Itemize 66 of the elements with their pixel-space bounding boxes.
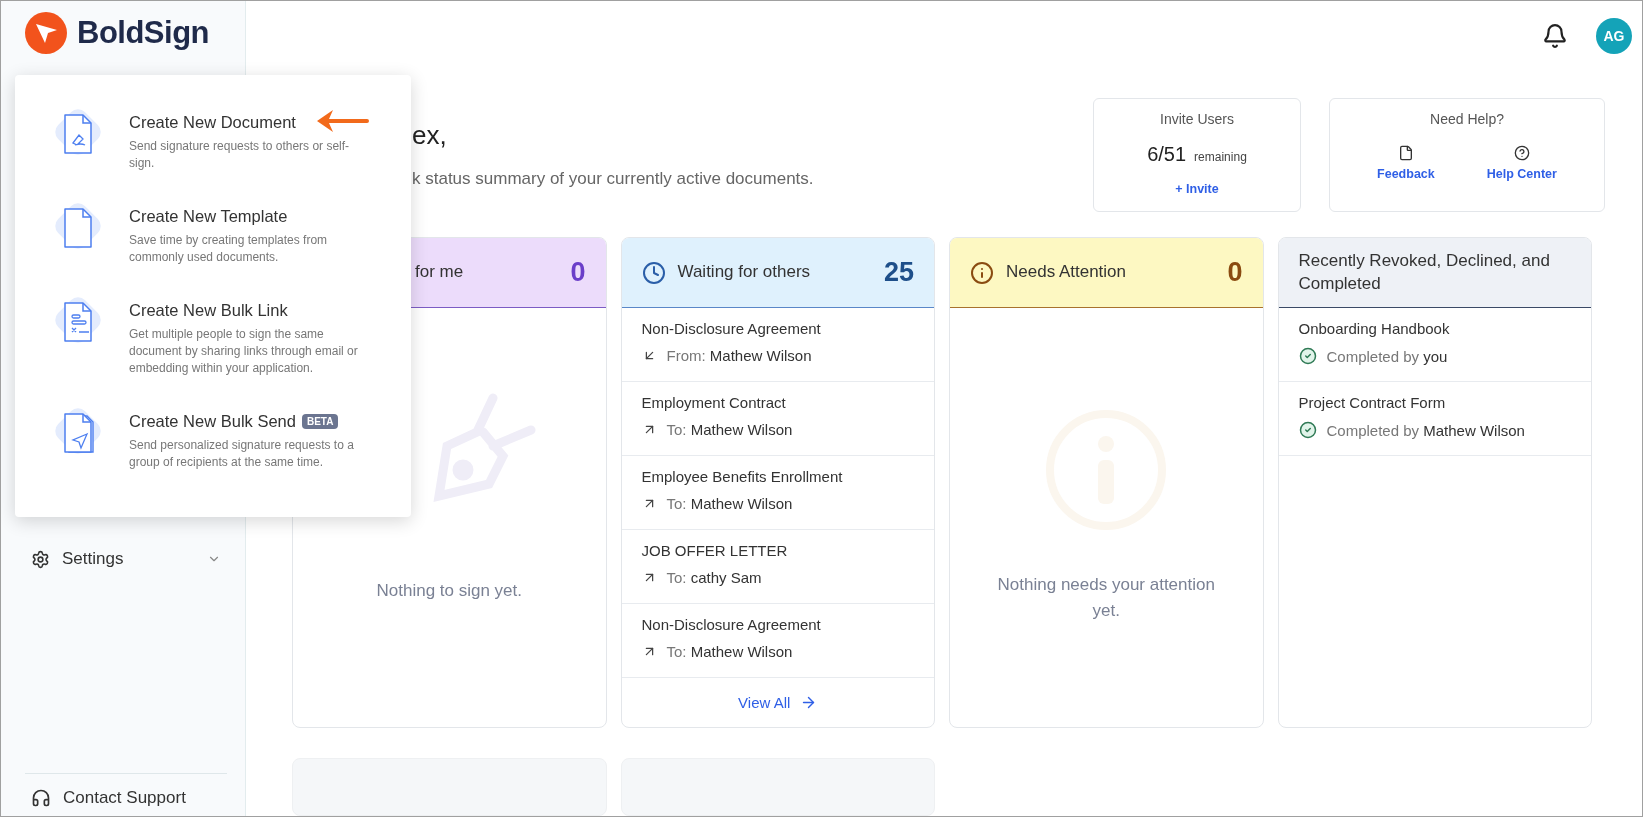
card-title: Waiting for others: [677, 261, 812, 284]
greeting-subtitle: k status summary of your currently active documents.: [412, 169, 815, 190]
document-party: Completed by you: [1326, 347, 1448, 365]
document-row[interactable]: Employment Contract To: Mathew Wilson: [621, 382, 934, 457]
card-title: Need Help?: [1430, 111, 1504, 128]
info-icon: [970, 260, 994, 285]
document-row[interactable]: Project Contract Form Completed by Mathew Wilson: [1278, 382, 1591, 457]
count-note: remaining: [1194, 150, 1247, 165]
check-circle-icon: [1298, 421, 1317, 440]
document-name: Employment Contract: [641, 394, 787, 412]
clock-icon: [641, 260, 666, 285]
card-count: 0: [1227, 257, 1243, 289]
greeting-title: ex,: [412, 120, 448, 152]
empty-message: Nothing to sign yet.: [375, 580, 523, 603]
file-icon: [1397, 145, 1414, 162]
document-name: Onboarding Handbook: [1298, 320, 1451, 338]
document-name: Non-Disclosure Agreement: [641, 320, 822, 338]
logo-icon: [25, 12, 67, 54]
card-count: 25: [883, 257, 914, 289]
menu-item-title: Create New Bulk Send: [129, 411, 296, 431]
document-row[interactable]: JOB OFFER LETTER To: cathy Sam: [621, 530, 934, 605]
document-row[interactable]: Non-Disclosure Agreement To: Mathew Wilson: [621, 604, 934, 679]
menu-item-description: Save time by creating templates from commonly used documents.: [129, 231, 329, 267]
card-title: Recently Revoked, Declined, and Completed: [1298, 249, 1551, 295]
help-link[interactable]: Feedback: [1377, 145, 1435, 182]
card-count: 0: [570, 257, 586, 289]
user-count: 6/51: [1147, 143, 1187, 167]
document-row[interactable]: Employee Benefits Enrollment To: Mathew Wilson: [621, 456, 934, 531]
document-name: JOB OFFER LETTER: [641, 542, 789, 560]
menu-item[interactable]: Create New Bulk Link Get multiple people to sign the same document by sharing links through email or embedding within your application.: [51, 292, 381, 378]
document-party: Completed by Mathew Wilson: [1326, 421, 1525, 439]
help-icon: [1513, 145, 1530, 162]
notification-bell-icon[interactable]: [1542, 22, 1568, 49]
document-party: To: Mathew Wilson: [666, 421, 793, 439]
view-all-link[interactable]: View All: [738, 694, 818, 712]
brand-name: BoldSign: [77, 15, 210, 51]
card-title: Needs Attention: [1006, 261, 1128, 284]
card-title: for me: [415, 261, 465, 284]
document-party: To: Mathew Wilson: [666, 495, 793, 513]
document-name: Project Contract Form: [1298, 394, 1447, 412]
menu-item[interactable]: Create New Template Save time by creating templates from commonly used documents.: [51, 198, 381, 267]
settings-icon: [31, 549, 50, 569]
menu-item-description: Get multiple people to sign the same document by sharing links through email or embedding within your application.: [129, 325, 359, 378]
contact-support-link[interactable]: Contact Support: [25, 773, 227, 816]
menu-item[interactable]: Create New Document Send signature requests to others or self-sign.: [51, 105, 381, 173]
menu-item-description: Send personalized signature requests to a group of recipients at the same time.: [129, 436, 355, 472]
beta-badge: BETA: [301, 413, 339, 429]
menu-item-title: Create New Bulk Link: [129, 300, 288, 320]
menu-item-title: Create New Template: [129, 206, 288, 226]
menu-item-title: Create New Document: [129, 113, 296, 132]
menu-item[interactable]: Create New Bulk Send BETA Send personalized signature requests to a group of recipients at the same time.: [51, 403, 381, 472]
document-party: To: Mathew Wilson: [666, 643, 793, 661]
document-row[interactable]: Non-Disclosure Agreement From: Mathew Wilson: [621, 308, 934, 383]
headphones-icon: [31, 788, 51, 808]
menu-item-description: Send signature requests to others or self-sign.: [129, 138, 351, 173]
empty-message: Nothing needs your attention yet.: [996, 574, 1216, 622]
document-party: From: Mathew Wilson: [666, 347, 812, 365]
check-circle-icon: [1298, 347, 1317, 366]
card-title: Invite Users: [1160, 111, 1234, 128]
help-link[interactable]: Help Center: [1486, 145, 1557, 182]
document-name: Employee Benefits Enrollment: [641, 468, 844, 486]
document-row[interactable]: Onboarding Handbook Completed by you: [1278, 308, 1591, 383]
document-name: Non-Disclosure Agreement: [641, 616, 822, 634]
invite-link[interactable]: + Invite: [1175, 182, 1219, 197]
document-party: To: cathy Sam: [666, 569, 762, 587]
sidebar-item[interactable]: Settings: [25, 543, 227, 575]
